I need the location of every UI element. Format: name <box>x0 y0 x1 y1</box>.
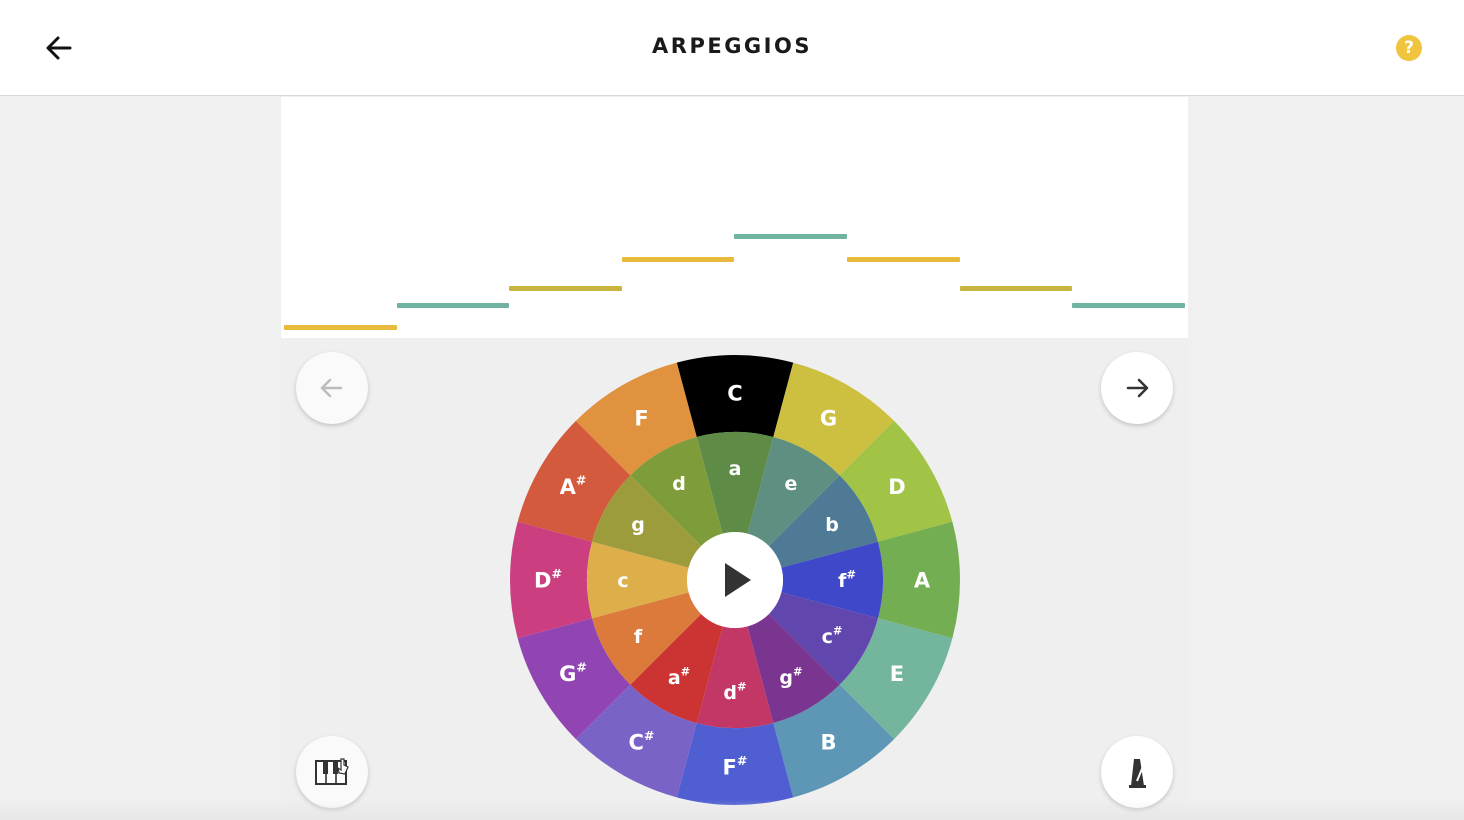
metronome-button[interactable] <box>1101 736 1173 808</box>
key-label: G <box>820 407 837 431</box>
roll-note <box>396 303 510 308</box>
next-button[interactable] <box>1101 352 1173 424</box>
key-label: B <box>820 731 836 755</box>
bottom-shadow <box>0 800 1464 820</box>
key-label: E <box>890 662 904 686</box>
key-label: d <box>672 473 686 495</box>
major-key-segment[interactable]: F# <box>676 722 794 805</box>
roll-note <box>1072 303 1185 308</box>
play-button[interactable] <box>687 532 783 628</box>
help-button[interactable]: ? <box>1396 35 1422 61</box>
roll-note <box>621 257 735 262</box>
major-key-segment[interactable]: A <box>877 521 960 639</box>
top-bar: ARPEGGIOS ? <box>0 0 1464 96</box>
piano-icon <box>315 758 349 785</box>
key-label: a <box>729 458 742 480</box>
major-key-segment[interactable]: D# <box>510 521 593 639</box>
key-label: c <box>617 570 628 592</box>
key-label: g <box>631 514 645 536</box>
roll-note <box>959 286 1073 291</box>
arrow-right-icon <box>1126 378 1149 398</box>
key-label: b <box>825 514 839 536</box>
roll-note <box>734 234 847 239</box>
note-roll <box>281 97 1188 338</box>
major-key-segment[interactable]: C <box>676 355 794 438</box>
arrow-left-icon <box>320 378 343 398</box>
page-title: ARPEGGIOS <box>652 34 812 58</box>
roll-note <box>847 257 960 262</box>
metronome-icon <box>1129 759 1146 788</box>
key-label: e <box>785 473 798 495</box>
roll-note <box>284 325 397 330</box>
key-label: D <box>888 475 905 499</box>
help-icon: ? <box>1404 38 1414 58</box>
key-label: f <box>634 626 643 648</box>
previous-button[interactable] <box>296 352 368 424</box>
roll-note <box>509 286 622 291</box>
key-label: A <box>914 569 931 593</box>
piano-button[interactable] <box>296 736 368 808</box>
key-label: F <box>634 407 648 431</box>
key-wheel: CGDAEBF#C#G#D#A#Faebf#c#g#d#a#fcgd <box>510 355 960 805</box>
key-label: C <box>727 382 742 406</box>
circle-of-fifths: C G D A E B F# C# G# D# A# Fa e b f# c# g# d# a# f c g d <box>510 355 960 805</box>
